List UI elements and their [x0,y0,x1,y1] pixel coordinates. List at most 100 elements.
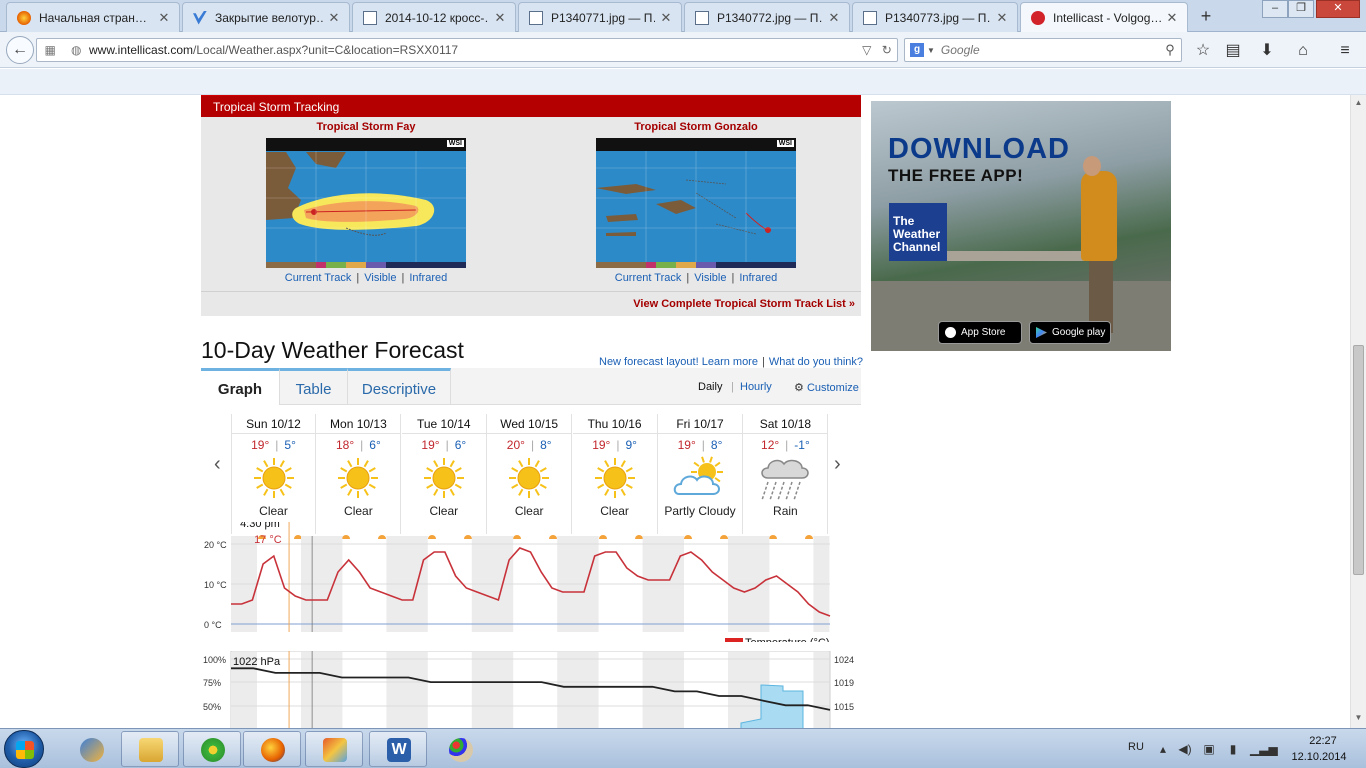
pressure-humidity-chart: 100% 75% 50% 1024 1019 1015 1022 hPa [203,651,854,728]
forecast-day[interactable]: Wed 10/15 20° | 8° Clear [487,414,573,539]
reload-icon[interactable]: ↻ [882,43,892,57]
current-track-link[interactable]: Current Track [615,272,682,284]
feedback-link[interactable]: What do you think? [769,356,863,368]
battery-icon[interactable]: ▮ [1226,742,1240,756]
document-icon [863,10,877,25]
network-icon[interactable]: ▣ [1202,742,1216,756]
tab-photo-3[interactable]: P1340773.jpg — П… ✕ [852,2,1018,32]
address-bar-icons: ▦ ◍ [37,43,89,57]
scroll-down-icon[interactable]: ▼ [1353,713,1364,725]
start-button[interactable] [4,730,44,768]
search-icon[interactable]: ⚲ [1159,42,1181,58]
tab-velotour[interactable]: Закрытие велотур… ✕ [182,2,350,32]
volume-icon[interactable]: ◀) [1178,742,1192,756]
close-tab-icon[interactable]: ✕ [995,10,1009,26]
night-band [813,652,830,728]
bookmark-star-icon[interactable]: ☆ [1192,40,1214,62]
daily-toggle[interactable]: Daily [698,381,722,393]
tab-title: 2014-10-12 кросс-… [385,10,489,25]
tab-cross[interactable]: 2014-10-12 кросс-… ✕ [352,2,516,32]
close-tab-icon[interactable]: ✕ [659,10,673,26]
home-icon[interactable]: ⌂ [1292,40,1314,62]
high-temp: 19° [421,438,440,452]
signal-icon[interactable]: ▁▃▅ [1250,742,1278,756]
address-bar[interactable]: ▦ ◍ www.intellicast.com/Local/Weather.as… [36,38,898,62]
scroll-up-icon[interactable]: ▲ [1353,98,1364,110]
maximize-button[interactable]: ❐ [1288,0,1314,18]
visible-link[interactable]: Visible [364,272,396,284]
new-tab-button[interactable]: + [1196,6,1216,26]
tab-descriptive[interactable]: Descriptive [348,368,451,405]
view-all-storms-link[interactable]: View Complete Tropical Storm Track List … [633,298,855,310]
ad-subhead: THE FREE APP! [888,166,1024,185]
reading-list-icon[interactable]: ▤ [1222,40,1244,62]
condition-label: Rain [773,504,798,518]
library-icon[interactable]: ▦ [45,43,56,57]
storm-gonzalo-map[interactable]: WSI [596,138,796,268]
forecast-day[interactable]: Fri 10/17 19° | 8° Partly Cloudy [658,414,743,539]
clock-date[interactable]: 12.10.2014 [1288,751,1350,763]
forecast-day[interactable]: Sat 10/18 12° | -1° Rain [743,414,829,539]
day-temps: 19° | 6° [421,438,467,452]
firefox-icon [17,10,31,25]
back-button[interactable]: ← [6,36,34,64]
customize-link[interactable]: ⚙ Customize [794,381,859,394]
menu-icon[interactable]: ≡ [1334,40,1356,62]
close-tab-icon[interactable]: ✕ [327,10,341,26]
app-store-badge[interactable]: App Store [938,321,1022,344]
history-dropdown-icon[interactable]: ▽ [862,43,871,57]
legend-label: Temperature (°C) [745,637,829,642]
forecast-day[interactable]: Sun 10/12 19° | 5° Clear [231,414,316,539]
tab-photo-2[interactable]: P1340772.jpg — П… ✕ [684,2,850,32]
close-tab-icon[interactable]: ✕ [1165,10,1179,26]
app-store-label: App Store [961,327,1006,338]
previous-days-arrow[interactable]: ‹ [214,453,221,476]
minimize-button[interactable]: – [1262,0,1288,18]
new-layout-link[interactable]: New forecast layout! Learn more [599,356,758,368]
language-indicator[interactable]: RU [1128,741,1144,753]
tab-graph[interactable]: Graph [201,368,280,405]
show-hidden-icons-icon[interactable]: ▴ [1156,742,1170,756]
word-taskbar-button[interactable]: W [369,731,427,767]
thunderbird-taskbar-button[interactable] [62,731,120,767]
search-input[interactable] [940,43,1159,57]
explorer-taskbar-button[interactable] [121,731,179,767]
tab-start-page[interactable]: Начальная стран… ✕ [6,2,180,32]
tab-table[interactable]: Table [280,368,348,405]
paint-taskbar-button[interactable] [305,731,363,767]
google-icon[interactable]: g [910,43,924,57]
palette-taskbar-button[interactable] [431,731,489,767]
next-days-arrow[interactable]: › [834,453,841,476]
y-tick-label: 10 °C [204,580,227,590]
close-tab-icon[interactable]: ✕ [827,10,841,26]
url-text[interactable]: www.intellicast.com/Local/Weather.aspx?u… [89,43,857,57]
storm-fay-map[interactable]: WSI [266,138,466,268]
tab-photo-1[interactable]: P1340771.jpg — П… ✕ [518,2,682,32]
close-window-button[interactable]: ✕ [1316,0,1360,18]
url-host: www.intellicast.com [89,43,194,57]
forecast-day[interactable]: Tue 10/14 19° | 6° Clear [401,414,487,539]
current-track-link[interactable]: Current Track [285,272,352,284]
downloads-icon[interactable]: ⬇ [1256,40,1278,62]
forecast-day[interactable]: Thu 10/16 19° | 9° Clear [572,414,658,539]
hourly-toggle[interactable]: Hourly [740,381,772,393]
close-tab-icon[interactable]: ✕ [157,10,171,26]
tab-intellicast[interactable]: Intellicast - Volgog… ✕ [1020,2,1188,33]
tab-title: P1340771.jpg — П… [551,10,655,25]
forecast-day[interactable]: Mon 10/13 18° | 6° Clear [316,414,402,539]
scroll-thumb[interactable] [1353,345,1364,575]
weather-channel-ad[interactable]: DOWNLOAD THE FREE APP! The Weather Chann… [871,101,1171,351]
engine-dropdown-icon[interactable]: ▼ [927,46,935,55]
infrared-link[interactable]: Infrared [739,272,777,284]
document-icon [695,10,709,25]
clock-time[interactable]: 22:27 [1298,735,1348,747]
infrared-link[interactable]: Infrared [409,272,447,284]
icq-taskbar-button[interactable] [183,731,241,767]
google-play-badge[interactable]: Google play [1029,321,1111,344]
search-bar[interactable]: g ▼ ⚲ [904,38,1182,62]
vertical-scrollbar[interactable]: ▲ ▼ [1350,95,1366,728]
visible-link[interactable]: Visible [694,272,726,284]
firefox-taskbar-button[interactable] [243,731,301,767]
close-tab-icon[interactable]: ✕ [493,10,507,26]
customize-label: Customize [806,382,859,394]
